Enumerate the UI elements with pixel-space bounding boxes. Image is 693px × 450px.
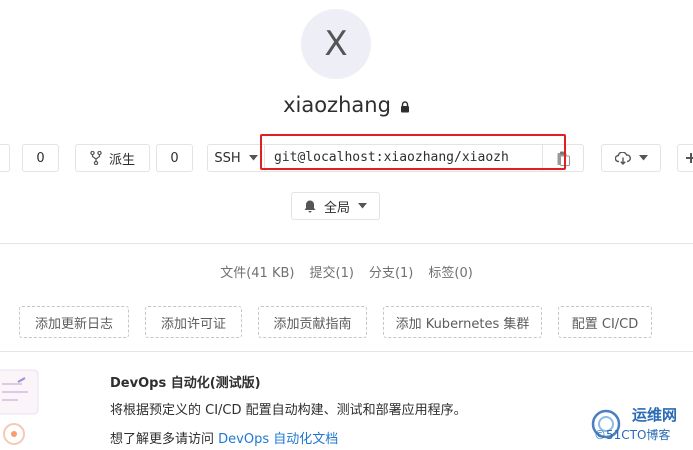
setup-cicd-label: 配置 CI/CD (571, 316, 639, 332)
fork-label: 派生 (108, 152, 135, 168)
tags-count: (0) (454, 266, 473, 281)
devops-illustration (0, 369, 39, 445)
add-license-label: 添加许可证 (160, 316, 226, 332)
project-avatar: X (301, 9, 371, 79)
devops-description: 将根据预定义的 CI/CD 配置自动构建、测试和部署应用程序。 (110, 403, 467, 418)
protocol-label: SSH (214, 150, 241, 166)
commits-stat[interactable]: 提交(1) (309, 262, 353, 281)
clone-url-field[interactable]: git@localhost:xiaozhang/xiaozh (264, 144, 543, 172)
commits-count: (1) (335, 266, 354, 281)
branches-label: 分支 (368, 266, 395, 281)
cloud-download-icon (614, 151, 631, 165)
notification-dropdown[interactable]: 全局 (291, 192, 380, 220)
lock-icon (400, 100, 409, 112)
chevron-down-icon (638, 155, 648, 161)
add-kubernetes-button[interactable]: 添加 Kubernetes 集群 (383, 306, 542, 338)
add-changelog-label: 添加更新日志 (34, 316, 113, 332)
fork-count-value: 0 (170, 150, 179, 166)
fork-button[interactable]: 派生 (75, 144, 150, 172)
section-divider (0, 243, 693, 244)
star-count[interactable]: 0 (22, 144, 59, 172)
add-license-button[interactable]: 添加许可证 (145, 306, 242, 338)
add-contributing-label: 添加贡献指南 (273, 316, 352, 332)
fork-icon (90, 151, 102, 165)
branches-stat[interactable]: 分支(1) (369, 262, 413, 281)
chevron-down-icon (248, 155, 258, 161)
tags-stat[interactable]: 标签(0) (428, 262, 472, 281)
add-new-dropdown[interactable] (677, 144, 693, 172)
devops-more-prefix: 想了解更多请访问 (110, 432, 215, 447)
clipboard-icon (557, 151, 570, 166)
devops-title: DevOps 自动化(测试版) (110, 376, 261, 391)
files-label: 文件 (220, 266, 247, 281)
project-title-row: xiaozhang (0, 88, 693, 122)
copy-url-button[interactable] (542, 144, 584, 172)
fork-count[interactable]: 0 (156, 144, 193, 172)
branches-count: (1) (394, 266, 414, 281)
project-title: xiaozhang (283, 93, 391, 117)
project-stats: 文件(41 KB) 提交(1) 分支(1) 标签(0) (0, 262, 693, 281)
commits-label: 提交 (309, 266, 336, 281)
devops-more-info: 想了解更多请访问 DevOps 自动化文档 (110, 428, 338, 447)
clone-protocol-dropdown[interactable]: SSH (207, 144, 265, 172)
add-contributing-button[interactable]: 添加贡献指南 (258, 306, 367, 338)
devops-docs-link[interactable]: DevOps 自动化文档 (218, 432, 338, 447)
bell-icon (304, 200, 316, 212)
add-changelog-button[interactable]: 添加更新日志 (19, 306, 129, 338)
notification-level: 全局 (323, 200, 350, 216)
download-dropdown[interactable] (601, 144, 661, 172)
star-button[interactable] (0, 144, 10, 172)
setup-cicd-button[interactable]: 配置 CI/CD (558, 306, 652, 338)
add-kubernetes-label: 添加 Kubernetes 集群 (395, 316, 530, 332)
plus-icon (686, 153, 693, 163)
watermark-text: 运维网 (632, 406, 678, 424)
files-stat[interactable]: 文件(41 KB) (220, 262, 294, 281)
section-divider (0, 351, 693, 352)
chevron-down-icon (358, 203, 367, 209)
avatar-letter: X (324, 24, 348, 64)
tags-label: 标签 (428, 266, 455, 281)
files-size: (41 KB) (246, 266, 295, 281)
star-count-value: 0 (36, 150, 45, 166)
watermark-subtext: ©51CTO博客 (594, 428, 671, 442)
